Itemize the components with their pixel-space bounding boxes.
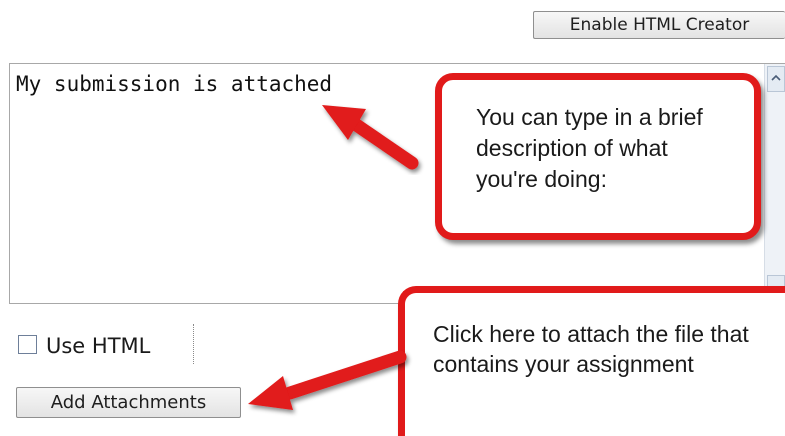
callout-arrows	[248, 105, 419, 410]
arrow-to-textarea-icon	[322, 105, 419, 170]
arrow-to-add-attachments-icon	[248, 350, 407, 410]
submission-page: Enable HTML Creator My submission is att…	[0, 0, 785, 436]
